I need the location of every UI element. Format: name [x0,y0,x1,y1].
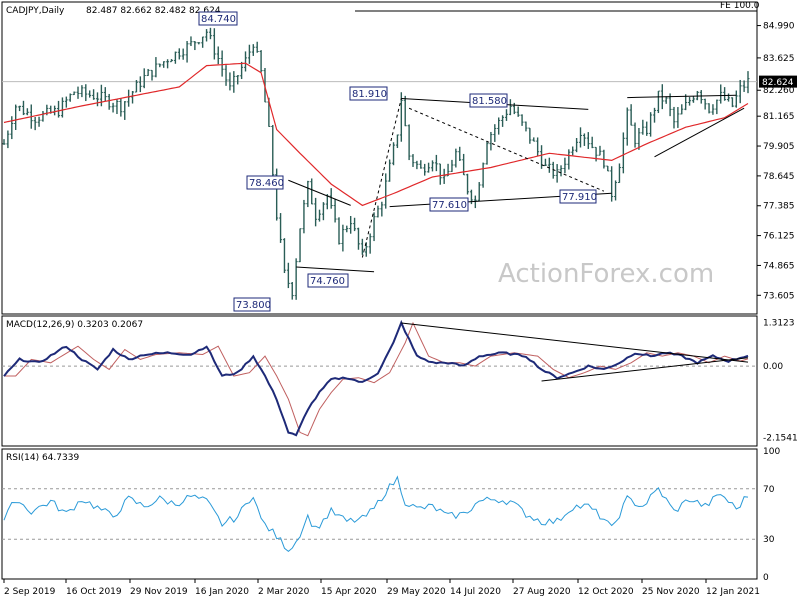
trendline-wedge-upper [288,179,351,206]
moving-average-line [3,62,749,207]
macd-ytick-label: 0.00 [763,362,783,372]
price-ytick-label: 78.645 [763,172,795,182]
macd-signal-line [4,321,749,437]
macd-line [3,319,749,437]
xtick-label: 2 Sep 2019 [4,587,56,597]
price-annotation-label: 84.740 [201,14,236,25]
price-ytick-label: 83.625 [763,54,795,64]
xtick-label: 12 Oct 2020 [578,587,634,597]
price-ytick-label: 74.865 [763,261,795,271]
trendline-channel-upper [627,94,737,99]
xtick-label: 12 Jan 2021 [706,587,760,597]
price-ytick-label: 76.125 [763,232,795,242]
xtick-label: 29 May 2020 [387,587,446,597]
macd-ytick-label: -2.1541 [763,434,798,444]
xtick-label: 2 Mar 2020 [258,587,310,597]
xtick-label: 16 Oct 2019 [66,587,122,597]
price-title: CADJPY,Daily [6,6,65,16]
macd-trendline-lower [541,357,749,382]
macd-ytick-label: 1.3123 [763,319,795,329]
macd-panel-frame [1,315,758,447]
price-annotation-label: 77.610 [432,200,467,211]
rsi-title: RSI(14) 64.7339 [6,453,79,463]
price-annotation-label: 81.580 [472,96,507,107]
price-annotation-label: 73.800 [236,300,271,311]
macd-trendline-upper [401,322,749,363]
xtick-label: 16 Jan 2020 [195,587,249,597]
price-ytick-label: 79.905 [763,142,795,152]
rsi-ytick-label: 30 [763,535,775,545]
price-annotation-label: 81.910 [352,89,387,100]
macd-series-group [2,319,757,437]
rsi-panel-frame [1,448,758,580]
price-ytick-label: 73.605 [763,291,795,301]
dashed-rally-line [361,98,402,258]
price-ytick-label: 84.990 [763,22,795,32]
price-ytick-label: 81.165 [763,112,795,122]
rsi-line [3,475,749,553]
xtick-label: 29 Nov 2019 [130,587,188,597]
rsi-series-group [2,475,757,553]
price-annotation-label: 74.760 [310,276,345,287]
price-annotation-label: 78.460 [249,178,284,189]
watermark: ActionForex.com [498,259,714,289]
xtick-label: 15 Apr 2020 [321,587,377,597]
price-ytick-label: 77.385 [763,202,795,212]
xtick-label: 14 Jul 2020 [450,587,501,597]
fe-label: FE 100.0 [720,1,760,11]
chart-root: ActionForex.com FE 100.0 CADJPY,Daily 82… [0,0,800,600]
rsi-ytick-label: 70 [763,485,775,495]
trendline-wedge-lower [296,266,375,273]
xtick-label: 25 Nov 2020 [642,587,700,597]
rsi-ytick-label: 0 [763,573,769,583]
last-value-label: 82.624 [762,78,794,88]
trendline-channel-lower [654,107,745,158]
rsi-ytick-label: 100 [763,447,780,457]
price-annotation-label: 77.910 [562,192,597,203]
macd-title: MACD(12,26,9) 0.3203 0.2067 [6,320,143,330]
xtick-label: 27 Aug 2020 [513,587,571,597]
chart-svg: ActionForex.com FE 100.0 CADJPY,Daily 82… [1,1,798,597]
